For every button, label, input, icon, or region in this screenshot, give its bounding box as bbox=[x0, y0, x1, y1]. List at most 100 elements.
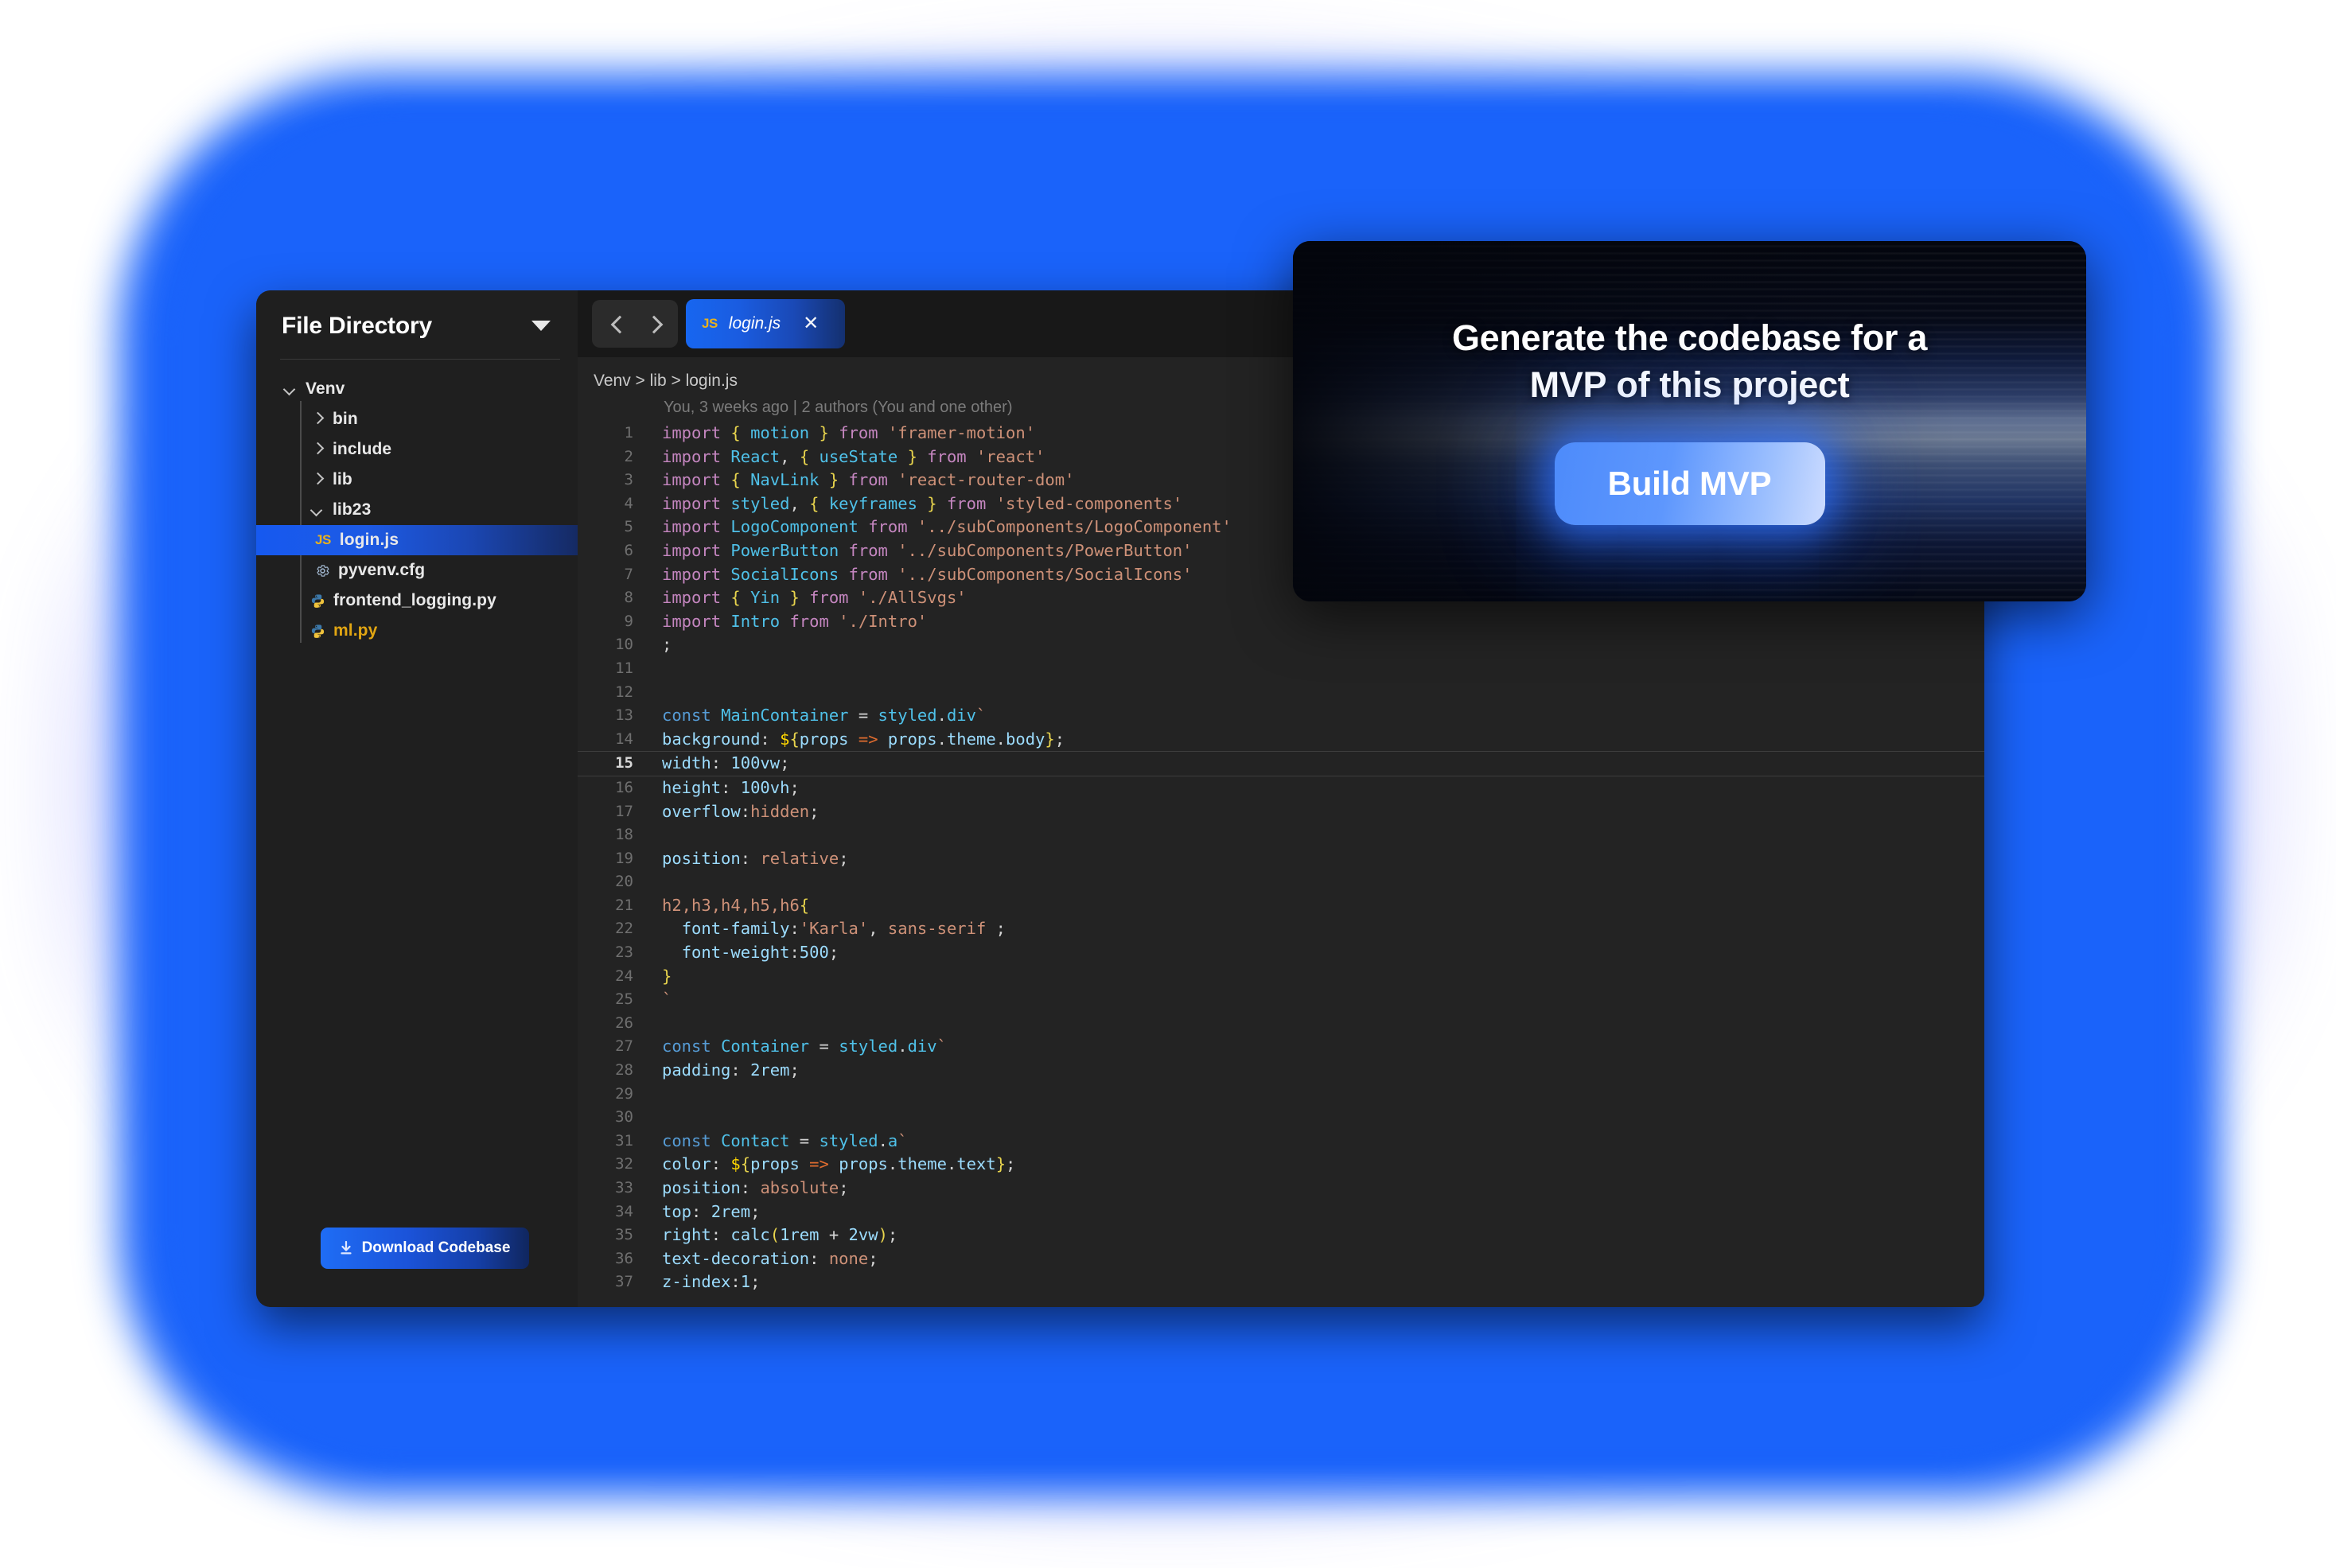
nav-forward-button[interactable] bbox=[635, 302, 673, 346]
chevron-down-icon bbox=[310, 503, 325, 517]
line-number: 34 bbox=[615, 1202, 633, 1220]
code-line-text: h2,h3,h4,h5,h6{ bbox=[662, 895, 810, 915]
line-number: 29 bbox=[615, 1084, 633, 1103]
sidebar-item-venv[interactable]: Venv bbox=[256, 374, 578, 404]
download-codebase-button[interactable]: Download Codebase bbox=[321, 1228, 529, 1269]
sidebar-item-frontend-logging-py[interactable]: frontend_logging.py bbox=[256, 586, 578, 616]
sidebar-item-lib[interactable]: lib bbox=[256, 465, 578, 495]
chevron-right-icon bbox=[648, 317, 660, 330]
sidebar-item-lib23[interactable]: lib23 bbox=[256, 495, 578, 525]
chevron-right-icon bbox=[310, 442, 325, 457]
sidebar-item-include[interactable]: include bbox=[256, 434, 578, 465]
code-line-text: ` bbox=[662, 990, 672, 1010]
line-number: 22 bbox=[615, 920, 633, 938]
code-line: 26 bbox=[578, 1012, 1984, 1036]
line-number: 15 bbox=[615, 754, 633, 772]
modal-title-mvp: MVP bbox=[1529, 364, 1607, 406]
line-number: 36 bbox=[615, 1249, 633, 1267]
modal-title: Generate the codebase for a MVP of this … bbox=[1452, 314, 1927, 409]
download-codebase-label: Download Codebase bbox=[361, 1239, 511, 1256]
gear-file-icon bbox=[315, 563, 330, 578]
line-number: 25 bbox=[615, 990, 633, 1009]
sidebar-item-ml-py[interactable]: ml.py bbox=[256, 616, 578, 646]
code-line: 22 font-family:'Karla', sans-serif ; bbox=[578, 917, 1984, 941]
code-line-text: position: absolute; bbox=[662, 1178, 849, 1197]
sidebar-item-content: bin bbox=[310, 410, 358, 429]
js-file-icon: JS bbox=[315, 532, 331, 547]
code-line: 33 position: absolute; bbox=[578, 1177, 1984, 1200]
code-line-text: text-decoration: none; bbox=[662, 1248, 878, 1268]
line-number: 28 bbox=[615, 1061, 633, 1080]
python-file-icon bbox=[310, 593, 325, 609]
line-number: 27 bbox=[615, 1037, 633, 1056]
nav-back-button[interactable] bbox=[597, 302, 635, 346]
tab-login-js[interactable]: JS login.js ✕ bbox=[686, 299, 845, 348]
sidebar-item-content: frontend_logging.py bbox=[310, 591, 496, 610]
sidebar-item-label: bin bbox=[333, 410, 358, 428]
line-number: 13 bbox=[615, 706, 633, 725]
sidebar-item-label: lib23 bbox=[333, 500, 372, 519]
sidebar-item-label: pyvenv.cfg bbox=[338, 561, 426, 579]
sidebar-item-label: frontend_logging.py bbox=[333, 591, 496, 609]
modal-title-line2-rest: of this project bbox=[1606, 364, 1850, 406]
line-number: 12 bbox=[615, 683, 633, 701]
chevron-down-icon bbox=[283, 382, 298, 396]
code-line: 30 bbox=[578, 1106, 1984, 1130]
code-line: 10; bbox=[578, 633, 1984, 657]
line-number: 10 bbox=[615, 636, 633, 654]
line-number: 11 bbox=[615, 659, 633, 677]
line-number: 31 bbox=[615, 1131, 633, 1150]
line-number: 17 bbox=[615, 802, 633, 820]
code-line: 15 width: 100vw; bbox=[578, 751, 1984, 776]
code-line: 35 right: calc(1rem + 2vw); bbox=[578, 1224, 1984, 1247]
sidebar-item-content: include bbox=[310, 440, 391, 459]
line-number: 21 bbox=[615, 896, 633, 914]
line-number: 1 bbox=[624, 424, 633, 442]
code-line: 14 background: ${props => props.theme.bod… bbox=[578, 728, 1984, 752]
code-line-text: color: ${props => props.theme.text}; bbox=[662, 1154, 1016, 1174]
code-line: 19 position: relative; bbox=[578, 847, 1984, 871]
build-mvp-button[interactable]: Build MVP bbox=[1554, 442, 1825, 525]
line-number: 24 bbox=[615, 967, 633, 985]
line-number: 26 bbox=[615, 1014, 633, 1032]
sidebar-item-content: lib bbox=[310, 470, 352, 489]
sidebar-item-content: ml.py bbox=[310, 621, 377, 640]
line-number: 6 bbox=[624, 541, 633, 559]
sidebar-item-login-js[interactable]: JS login.js bbox=[256, 525, 578, 555]
sidebar-header: File Directory bbox=[256, 290, 578, 340]
line-number: 9 bbox=[624, 612, 633, 630]
sidebar-item-content: Venv bbox=[283, 379, 345, 399]
code-line: 25 ` bbox=[578, 988, 1984, 1012]
code-line: 17 overflow:hidden; bbox=[578, 800, 1984, 824]
close-icon[interactable]: ✕ bbox=[803, 314, 819, 333]
code-line-text: font-weight:500; bbox=[681, 943, 839, 963]
sidebar-item-bin[interactable]: bin bbox=[256, 404, 578, 434]
code-line: 34 top: 2rem; bbox=[578, 1200, 1984, 1224]
screenshot-root: File Directory Venv bin include lib lib23 JS l… bbox=[0, 0, 2336, 1568]
code-line-text: background: ${props => props.theme.body}… bbox=[662, 729, 1065, 749]
code-line: 36 text-decoration: none; bbox=[578, 1247, 1984, 1271]
line-number: 16 bbox=[615, 778, 633, 796]
chevron-left-icon bbox=[609, 317, 622, 330]
code-line: 9 import Intro from './Intro' bbox=[578, 610, 1984, 634]
code-line-text: const Contact = styled.a` bbox=[662, 1130, 908, 1150]
code-line-text: z-index:1; bbox=[662, 1272, 761, 1292]
code-line: 16 height: 100vh; bbox=[578, 776, 1984, 800]
line-number: 7 bbox=[624, 565, 633, 583]
sidebar-item-pyvenv-cfg[interactable]: pyvenv.cfg bbox=[256, 555, 578, 586]
sidebar-item-content: pyvenv.cfg bbox=[315, 561, 425, 580]
modal-title-line1: Generate the codebase for a bbox=[1451, 317, 1928, 358]
chevron-right-icon bbox=[310, 473, 325, 487]
code-line: 27 const Container = styled.div` bbox=[578, 1035, 1984, 1059]
code-line-text: } bbox=[662, 966, 672, 986]
page-title: File Directory bbox=[282, 313, 432, 339]
line-number: 3 bbox=[624, 471, 633, 489]
code-line-text: height: 100vh; bbox=[662, 777, 800, 797]
line-number: 2 bbox=[624, 447, 633, 465]
code-line-text: ; bbox=[662, 635, 672, 655]
code-line-text: position: relative; bbox=[662, 848, 849, 868]
code-line-text: width: 100vw; bbox=[662, 753, 790, 773]
file-tree: Venv bin include lib lib23 JS login.js pyvenv.c… bbox=[256, 360, 578, 646]
line-number: 14 bbox=[615, 730, 633, 748]
chevron-down-icon[interactable] bbox=[531, 320, 551, 331]
